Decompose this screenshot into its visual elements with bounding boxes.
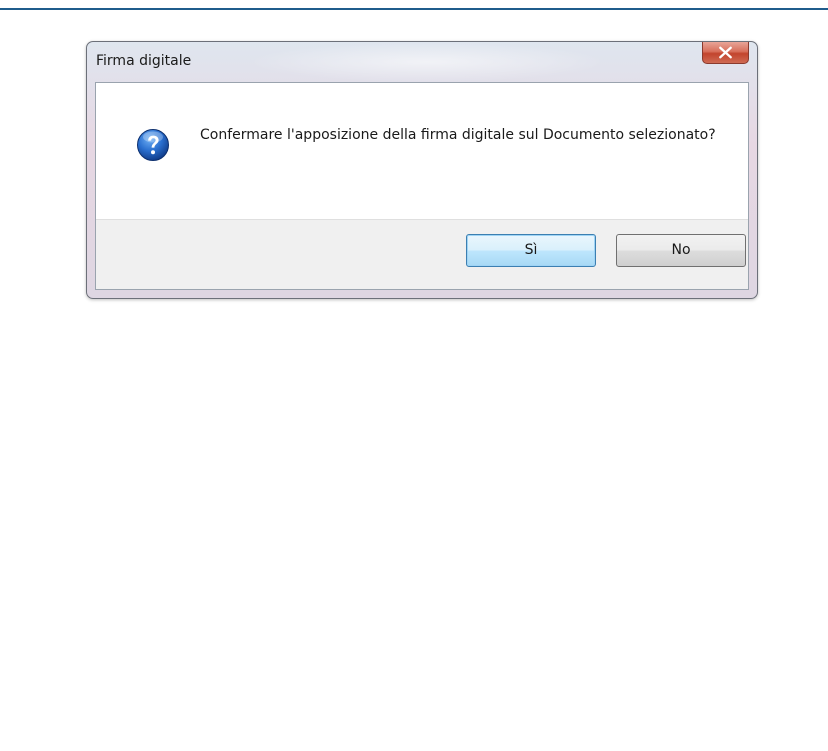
message-area: Confermare l'apposizione della firma dig… [96, 83, 748, 219]
top-divider [0, 8, 828, 10]
question-icon [137, 129, 169, 161]
dialog-titlebar[interactable]: Firma digitale [87, 42, 757, 82]
close-icon [719, 46, 732, 59]
dialog-client-area: Confermare l'apposizione della firma dig… [95, 82, 749, 290]
page: Firma digitale Confermare l'apposizione … [0, 0, 828, 751]
button-bar: Sì No [96, 219, 748, 289]
dialog-title: Firma digitale [96, 53, 192, 69]
confirm-dialog: Firma digitale Confermare l'apposizione … [86, 41, 758, 299]
no-button[interactable]: No [616, 234, 746, 267]
close-button[interactable] [702, 42, 749, 64]
dialog-message: Confermare l'apposizione della firma dig… [200, 127, 716, 143]
yes-button[interactable]: Sì [466, 234, 596, 267]
